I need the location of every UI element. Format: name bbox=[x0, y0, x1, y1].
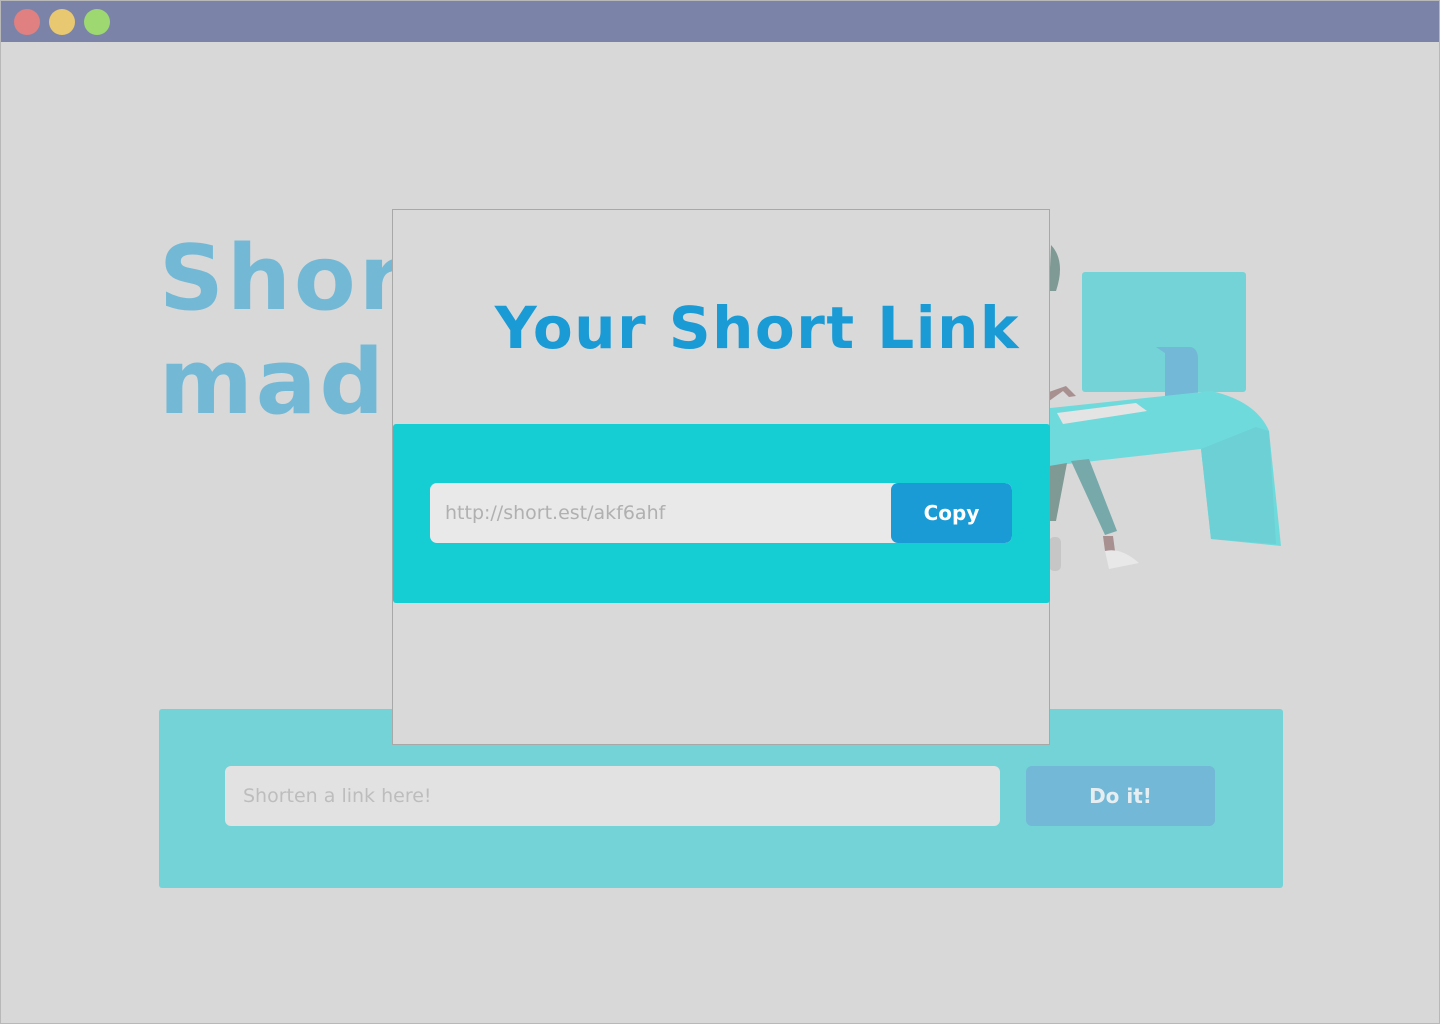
short-link-result-band: http://short.est/akf6ahf Copy bbox=[393, 424, 1050, 603]
maximize-window-button[interactable] bbox=[84, 9, 110, 35]
short-link-modal: Your Short Link http://short.est/akf6ahf… bbox=[392, 209, 1050, 745]
minimize-window-button[interactable] bbox=[49, 9, 75, 35]
copy-button[interactable]: Copy bbox=[891, 483, 1012, 543]
short-link-field[interactable]: http://short.est/akf6ahf Copy bbox=[430, 483, 1012, 543]
close-window-button[interactable] bbox=[14, 9, 40, 35]
do-it-button[interactable]: Do it! bbox=[1026, 766, 1215, 826]
browser-window: Shor mad Do it! Your Short Link http://s… bbox=[0, 0, 1440, 1024]
hero-title: Shor mad bbox=[159, 226, 407, 435]
window-titlebar bbox=[1, 1, 1439, 42]
shorten-link-input[interactable] bbox=[225, 766, 1000, 826]
modal-title: Your Short Link bbox=[494, 294, 1020, 362]
short-link-text[interactable]: http://short.est/akf6ahf bbox=[445, 483, 665, 543]
